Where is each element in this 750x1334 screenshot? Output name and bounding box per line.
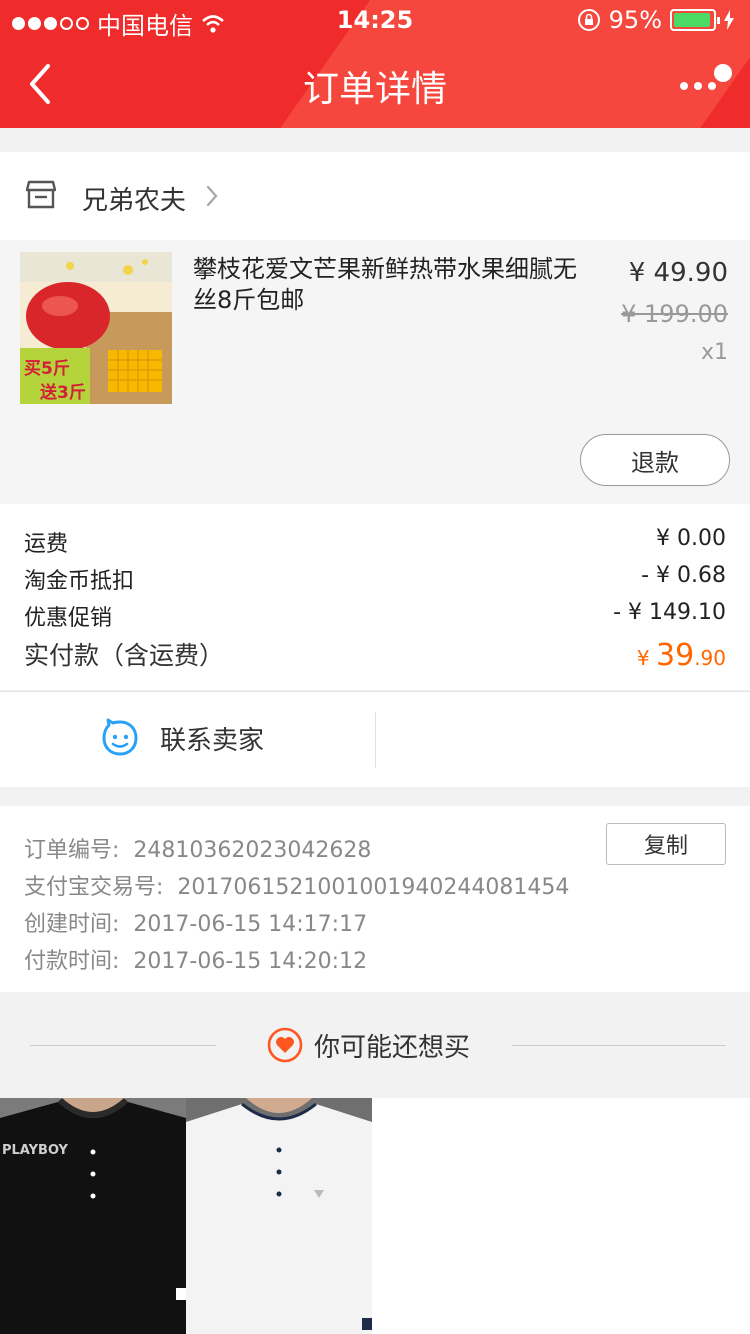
promo-value: - ¥ 149.10 — [613, 600, 726, 625]
nav-bar: 订单详情 — [0, 40, 750, 128]
paid-label: 付款时间: — [24, 949, 120, 974]
order-number: 24810362023042628 — [133, 838, 372, 863]
contact-seller-label: 联系卖家 — [160, 725, 265, 756]
white-shirt-image — [186, 1098, 372, 1334]
coin-value: - ¥ 0.68 — [641, 563, 726, 588]
battery-icon — [670, 9, 720, 31]
total-label: 实付款（含运费） — [24, 641, 225, 670]
black-shirt-image: PLAYBOY — [0, 1098, 186, 1334]
rule-right — [512, 1045, 726, 1046]
recommend-header: 你可能还想买 — [0, 992, 750, 1098]
status-bar: 中国电信 14:25 95% — [0, 0, 750, 40]
coin-label: 淘金币抵扣 — [24, 569, 135, 594]
shop-name: 兄弟农夫 — [82, 186, 187, 216]
contact-bar: 联系卖家 — [0, 691, 750, 787]
more-menu-icon[interactable] — [674, 62, 734, 106]
copy-button[interactable]: 复制 — [606, 823, 726, 865]
product-quantity: x1 — [700, 340, 728, 365]
recommend-title: 你可能还想买 — [314, 1032, 471, 1063]
divider — [375, 712, 376, 768]
product-name[interactable]: 攀枝花爱文芒果新鲜热带水果细腻无丝8斤包邮 — [193, 254, 593, 316]
product-original-price: ¥ 199.00 — [621, 300, 728, 328]
promo-text-top: 买5斤 — [24, 359, 70, 379]
chat-bubble-icon — [102, 718, 138, 756]
total-integer: 39 — [656, 638, 695, 673]
promo-text-bottom: 送3斤 — [40, 382, 86, 403]
shipping-label: 运费 — [24, 532, 69, 557]
shop-row[interactable]: 兄弟农夫 — [0, 152, 750, 240]
page-title: 订单详情 — [302, 69, 447, 110]
product-thumbnail[interactable]: 买5斤 送3斤 — [20, 252, 172, 404]
paid-time: 2017-06-15 14:20:12 — [133, 949, 368, 974]
total-decimal: .90 — [694, 646, 726, 670]
mango-image: 买5斤 送3斤 — [20, 252, 172, 404]
alipay-number: 2017061521001001940244081454 — [177, 875, 570, 900]
created-line: 创建时间: 2017-06-15 14:17:17 — [24, 906, 367, 938]
header-bar: 中国电信 14:25 95% 订单详情 — [0, 0, 750, 128]
status-right: 95% — [577, 6, 734, 34]
paid-line: 付款时间: 2017-06-15 14:20:12 — [24, 943, 367, 975]
coin-row: 淘金币抵扣 - ¥ 0.68 — [24, 563, 726, 595]
heart-icon — [267, 1027, 303, 1063]
refund-button[interactable]: 退款 — [580, 434, 730, 486]
fee-summary: 运费 ¥ 0.00 淘金币抵扣 - ¥ 0.68 优惠促销 - ¥ 149.10… — [0, 504, 750, 690]
order-number-label: 订单编号: — [24, 838, 120, 863]
alipay-label: 支付宝交易号: — [24, 875, 164, 900]
store-icon — [26, 180, 56, 209]
shipping-value: ¥ 0.00 — [656, 526, 726, 551]
total-row: 实付款（含运费） ¥ 39.90 — [24, 636, 726, 673]
recommend-title-wrap: 你可能还想买 — [266, 1026, 470, 1064]
promo-label: 优惠促销 — [24, 606, 113, 631]
created-time: 2017-06-15 14:17:17 — [133, 912, 368, 937]
shipping-row: 运费 ¥ 0.00 — [24, 526, 726, 558]
recommend-product-black-shirt[interactable]: PLAYBOY — [0, 1098, 186, 1334]
order-item[interactable]: 买5斤 送3斤 攀枝花爱文芒果新鲜热带水果细腻无丝8斤包邮 ¥ 49.90 ¥ … — [0, 240, 750, 504]
order-number-line: 订单编号: 24810362023042628 — [24, 832, 371, 864]
notification-dot — [714, 64, 732, 82]
recommend-product-white-shirt[interactable] — [186, 1098, 372, 1334]
alipay-line: 支付宝交易号: 2017061521001001940244081454 — [24, 869, 569, 901]
rotation-lock-icon — [577, 9, 600, 31]
created-label: 创建时间: — [24, 912, 120, 937]
rule-left — [30, 1045, 216, 1046]
product-price: ¥ 49.90 — [628, 258, 728, 288]
battery-percent: 95% — [608, 6, 662, 34]
promo-row: 优惠促销 - ¥ 149.10 — [24, 600, 726, 632]
total-value: ¥ 39.90 — [637, 638, 726, 673]
chevron-right-icon — [206, 185, 218, 207]
contact-seller-button[interactable]: 联系卖家 — [100, 718, 264, 758]
recommend-list: PLAYBOY — [0, 1098, 750, 1334]
brand-watermark: PLAYBOY — [2, 1143, 69, 1158]
order-info: 订单编号: 24810362023042628 复制 支付宝交易号: 20170… — [0, 806, 750, 992]
total-currency: ¥ — [636, 646, 656, 670]
charging-icon — [724, 10, 734, 30]
